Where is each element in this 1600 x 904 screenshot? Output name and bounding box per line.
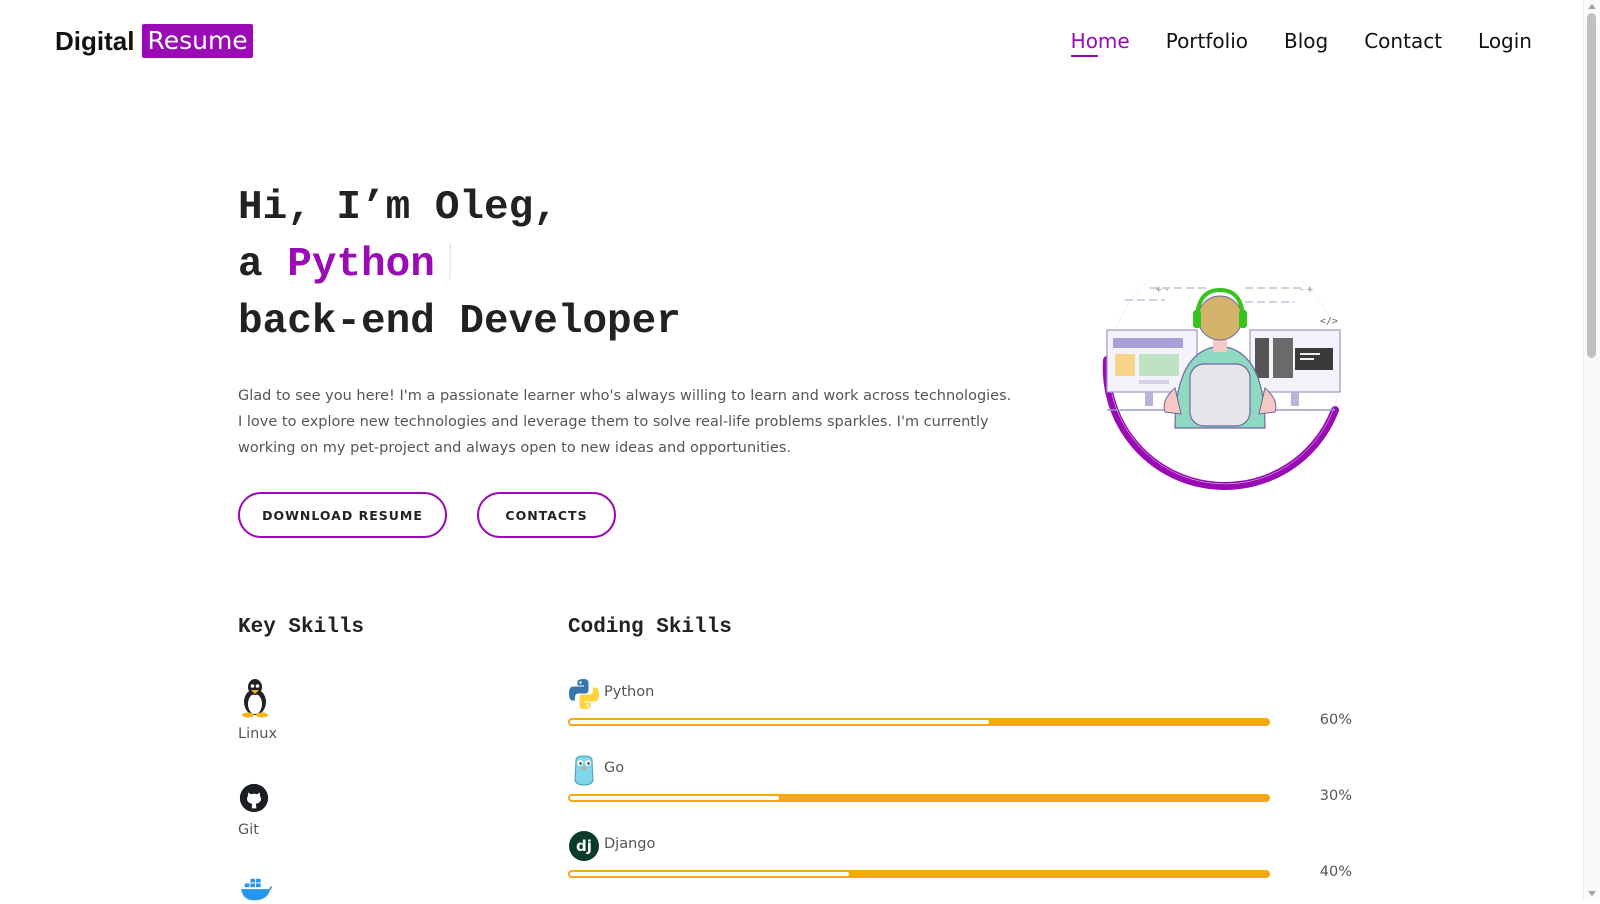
linux-tux-icon <box>242 679 268 718</box>
nav-portfolio[interactable]: Portfolio <box>1166 26 1248 56</box>
key-skill-git: Git <box>238 782 270 838</box>
download-resume-button[interactable]: DOWNLOAD RESUME <box>238 492 447 538</box>
brand-accent: Resume <box>142 24 253 58</box>
coding-skill-go: Go 30% <box>568 754 1352 814</box>
hero-line-1: Hi, I’m Oleg, <box>238 185 558 231</box>
svg-text:</>: </> <box>1320 316 1338 327</box>
svg-text:dj: dj <box>576 837 592 855</box>
developer-illustration: + - - + </> <box>1102 280 1342 490</box>
coding-skill-percent: 40% <box>1319 864 1352 880</box>
nav-login[interactable]: Login <box>1478 26 1532 56</box>
coding-skill-django: dj Django 40% <box>568 830 1352 890</box>
hero-highlight: Python <box>287 242 435 288</box>
progress-fill <box>570 796 780 800</box>
page-scrollbar[interactable] <box>1583 0 1600 900</box>
django-icon: dj <box>569 831 599 861</box>
progress-track <box>568 794 1270 802</box>
go-gopher-icon <box>574 755 594 786</box>
nav-blog[interactable]: Blog <box>1284 26 1328 56</box>
progress-track <box>568 870 1270 878</box>
key-skill-label: Linux <box>238 726 278 742</box>
svg-text:- +: - + <box>1300 285 1314 295</box>
hero-title: Hi, I’m Oleg, a Python back-end Develope… <box>238 180 681 351</box>
hero-line-2-prefix: a <box>238 242 263 288</box>
python-icon <box>569 679 599 709</box>
main-nav: Home Portfolio Blog Contact Login <box>1070 26 1532 57</box>
coding-skill-percent: 30% <box>1319 788 1352 804</box>
coding-skill-python: Python 60% <box>568 678 1352 738</box>
key-skill-linux: Linux <box>238 678 277 742</box>
coding-skill-name: Go <box>604 760 625 776</box>
coding-skill-percent: 60% <box>1319 712 1352 728</box>
coding-skill-name: Python <box>604 684 655 700</box>
intro-paragraph: Glad to see you here! I'm a passionate l… <box>238 388 1012 456</box>
scroll-down-icon[interactable] <box>1588 891 1596 896</box>
progress-fill <box>570 872 850 876</box>
brand-text: Digital <box>55 25 135 56</box>
key-skills-title: Key Skills <box>238 616 365 639</box>
nav-home[interactable]: Home <box>1070 26 1130 57</box>
typing-cursor <box>448 243 451 279</box>
svg-text:+ -: + - <box>1155 285 1169 295</box>
coding-skill-name: Django <box>604 836 656 852</box>
progress-fill <box>570 720 989 724</box>
key-skill-label: Git <box>238 822 259 838</box>
github-icon <box>239 783 269 813</box>
nav-contact[interactable]: Contact <box>1364 26 1442 56</box>
scroll-up-icon[interactable] <box>1588 4 1596 9</box>
coding-skills-title: Coding Skills <box>568 616 732 639</box>
contacts-button[interactable]: CONTACTS <box>477 492 616 538</box>
scrollbar-thumb[interactable] <box>1587 13 1596 358</box>
hero-line-3: back-end Developer <box>238 299 681 345</box>
progress-track <box>568 718 1270 726</box>
brand-logo[interactable]: Digital Resume <box>55 24 253 58</box>
